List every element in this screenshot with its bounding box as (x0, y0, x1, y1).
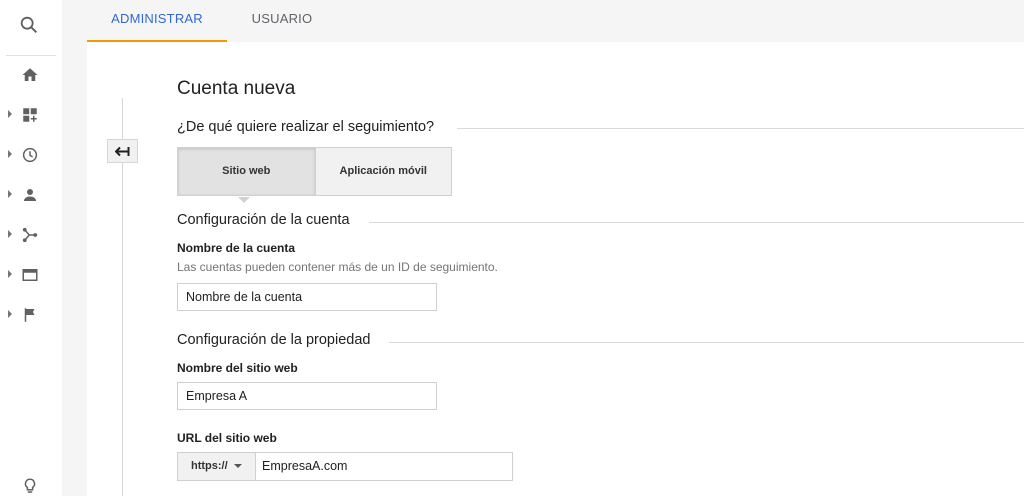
person-icon (24, 189, 36, 201)
nav-gutter (62, 0, 87, 496)
tab-usuario[interactable]: USUARIO (237, 0, 327, 42)
option-sitio-web-button[interactable]: Sitio web (178, 148, 315, 195)
expand-caret-icon (8, 230, 12, 238)
protocol-select[interactable]: https:// (178, 453, 256, 480)
nav-divider (6, 55, 56, 56)
selection-pointer (238, 197, 250, 203)
expand-caret-icon (8, 310, 12, 318)
account-name-label: Nombre de la cuenta (177, 241, 296, 255)
site-url-label: URL del sitio web (177, 431, 277, 445)
site-url-field-group: https:// EmpresaA.com (177, 452, 513, 481)
tab-administrar[interactable]: ADMINISTRAR (87, 0, 227, 42)
section-divider (389, 342, 1024, 343)
main-content: Cuenta nueva ¿De qué quiere realizar el … (87, 42, 1024, 496)
site-name-field[interactable]: Empresa A (177, 382, 437, 410)
nav-item-home[interactable] (0, 60, 62, 90)
expand-caret-icon (8, 190, 12, 198)
search-icon[interactable] (18, 14, 40, 36)
account-section-title: Configuración de la cuenta (177, 212, 350, 228)
home-icon (22, 68, 38, 81)
protocol-value: https:// (191, 460, 228, 472)
flag-icon (24, 308, 35, 322)
tracking-question: ¿De qué quiere realizar el seguimiento? (177, 119, 435, 135)
nav-item-customization[interactable] (0, 100, 62, 130)
header-tabs: ADMINISTRAR USUARIO (87, 0, 1024, 42)
back-button[interactable] (107, 139, 138, 163)
account-name-hint: Las cuentas pueden contener más de un ID… (177, 260, 498, 274)
account-name-field[interactable]: Nombre de la cuenta (177, 283, 437, 311)
dashboard-icon (23, 108, 37, 122)
lightbulb-icon[interactable] (21, 476, 39, 496)
nav-item-realtime[interactable] (0, 140, 62, 170)
back-arrow-icon (115, 146, 130, 157)
site-name-label: Nombre del sitio web (177, 361, 298, 375)
acquisition-icon (22, 227, 38, 243)
nav-item-audience[interactable] (0, 180, 62, 210)
expand-caret-icon (8, 110, 12, 118)
nav-item-behavior[interactable] (0, 260, 62, 290)
behavior-icon (22, 269, 38, 281)
tracking-type-selector: Sitio web Aplicación móvil (177, 147, 452, 196)
site-url-input[interactable]: EmpresaA.com (256, 453, 512, 480)
section-divider (369, 222, 1024, 223)
nav-item-conversions[interactable] (0, 300, 62, 330)
left-nav (0, 0, 62, 496)
option-aplicacion-movil-button[interactable]: Aplicación móvil (314, 148, 451, 195)
expand-caret-icon (8, 270, 12, 278)
section-divider (457, 128, 1024, 129)
page-title: Cuenta nueva (177, 78, 296, 99)
clock-icon (22, 147, 38, 163)
chevron-down-icon (234, 464, 242, 468)
expand-caret-icon (8, 150, 12, 158)
nav-item-acquisition[interactable] (0, 220, 62, 250)
property-section-title: Configuración de la propiedad (177, 332, 371, 348)
